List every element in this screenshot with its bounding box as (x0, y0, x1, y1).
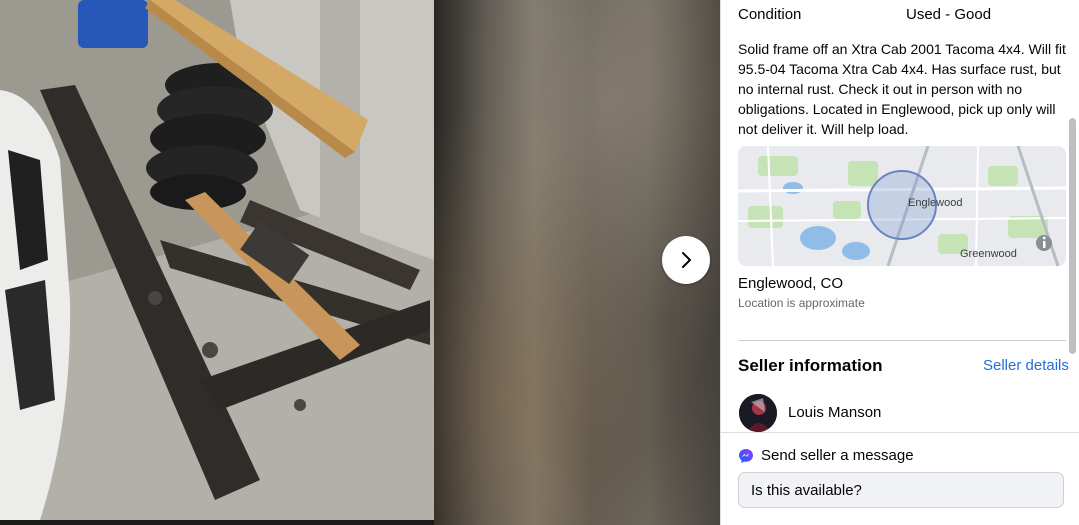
info-icon[interactable] (1036, 235, 1052, 251)
next-image-button[interactable] (662, 236, 710, 284)
section-divider (738, 340, 1066, 341)
listing-description: Solid frame off an Xtra Cab 2001 Tacoma … (738, 41, 1066, 137)
message-section: Send seller a message Is this available? (721, 432, 1079, 525)
listing-details-panel: Condition Used - Good Solid frame off an… (720, 0, 1079, 525)
message-heading: Send seller a message (761, 447, 914, 464)
location-note: Location is approximate (738, 296, 865, 310)
seller-info-heading: Seller information (738, 356, 883, 375)
image-viewer (0, 0, 720, 525)
map-label-city: Englewood (908, 197, 962, 209)
chevron-right-icon (682, 252, 691, 268)
message-input[interactable]: Is this available? (738, 472, 1064, 508)
truck-frame-image (0, 0, 434, 520)
condition-value: Used - Good (906, 6, 992, 23)
map-graphic: Englewood Greenwood (738, 146, 1066, 266)
seller-details-link[interactable]: Seller details (983, 357, 1069, 374)
message-header: Send seller a message (738, 447, 914, 464)
messenger-icon (739, 448, 753, 463)
location-title: Englewood, CO (738, 275, 844, 292)
location-map[interactable]: Englewood Greenwood (738, 146, 1066, 266)
scrollbar[interactable] (1069, 118, 1076, 354)
map-label-nearby: Greenwood (960, 248, 1017, 260)
condition-label: Condition (738, 6, 802, 23)
listing-photo[interactable] (0, 0, 434, 520)
seller-name[interactable]: Louis Manson (788, 404, 881, 421)
avatar[interactable] (739, 394, 777, 432)
avatar-image (739, 394, 777, 432)
message-input-text: Is this available? (751, 481, 862, 499)
condition-row: Condition Used - Good (738, 6, 1068, 24)
